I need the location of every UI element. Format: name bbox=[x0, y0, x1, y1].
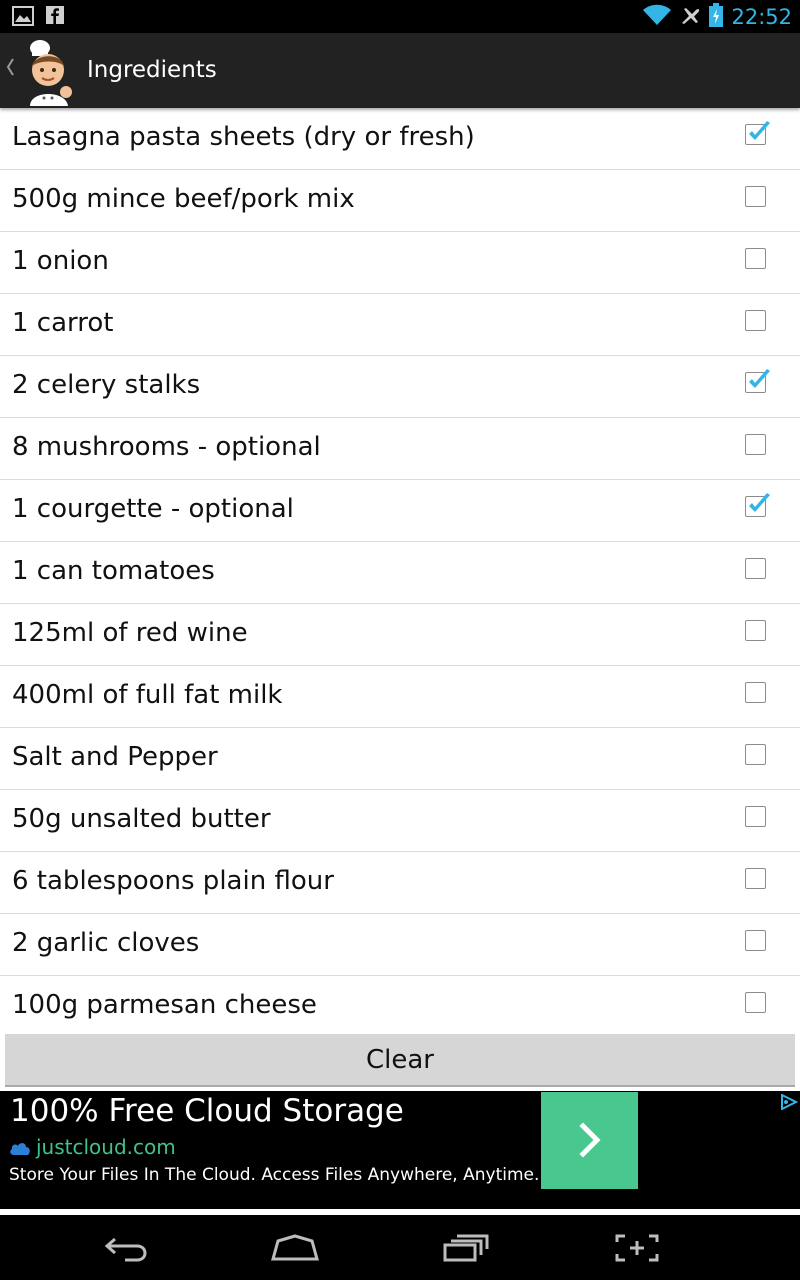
chef-icon[interactable] bbox=[22, 36, 78, 106]
chevron-right-icon bbox=[579, 1122, 601, 1158]
recent-apps-icon[interactable] bbox=[443, 1233, 489, 1267]
ingredient-checkbox[interactable] bbox=[745, 121, 770, 145]
list-item[interactable]: 1 courgette - optional bbox=[0, 480, 800, 542]
chevron-left-icon[interactable] bbox=[5, 57, 15, 83]
ingredient-checkbox[interactable] bbox=[745, 369, 770, 393]
ingredient-label: 125ml of red wine bbox=[12, 618, 248, 648]
list-item[interactable]: 1 can tomatoes bbox=[0, 542, 800, 604]
list-item[interactable]: 50g unsalted butter bbox=[0, 790, 800, 852]
action-bar: Ingredients bbox=[0, 33, 800, 108]
ad-description: Store Your Files In The Cloud. Access Fi… bbox=[9, 1165, 540, 1185]
list-item[interactable]: 2 garlic cloves bbox=[0, 914, 800, 976]
ingredient-label: 1 can tomatoes bbox=[12, 556, 215, 586]
ingredient-label: 100g parmesan cheese bbox=[12, 990, 317, 1020]
clear-button[interactable]: Clear bbox=[5, 1034, 795, 1087]
ad-url-link[interactable]: justcloud.com bbox=[36, 1135, 176, 1159]
checkmark-icon bbox=[749, 121, 770, 140]
cloud-icon bbox=[9, 1140, 31, 1160]
ingredient-label: 1 carrot bbox=[12, 308, 114, 338]
ingredient-checkbox[interactable] bbox=[745, 682, 766, 703]
ingredient-checkbox[interactable] bbox=[745, 992, 766, 1013]
ingredient-checkbox[interactable] bbox=[745, 186, 766, 207]
ingredient-label: 1 onion bbox=[12, 246, 109, 276]
gallery-icon bbox=[12, 6, 34, 30]
back-icon[interactable] bbox=[103, 1233, 149, 1267]
ingredient-checkbox[interactable] bbox=[745, 620, 766, 641]
ingredient-label: 8 mushrooms - optional bbox=[12, 432, 321, 462]
list-item[interactable]: 125ml of red wine bbox=[0, 604, 800, 666]
ingredient-checkbox[interactable] bbox=[745, 806, 766, 827]
page-title: Ingredients bbox=[87, 57, 217, 83]
ingredient-list: Lasagna pasta sheets (dry or fresh) 500g … bbox=[0, 108, 800, 1032]
list-item[interactable]: 8 mushrooms - optional bbox=[0, 418, 800, 480]
home-icon[interactable] bbox=[270, 1233, 320, 1267]
checkmark-icon bbox=[749, 493, 770, 512]
list-item[interactable]: 1 onion bbox=[0, 232, 800, 294]
list-item[interactable]: Lasagna pasta sheets (dry or fresh) bbox=[0, 108, 800, 170]
ingredient-checkbox[interactable] bbox=[745, 930, 766, 951]
ingredient-checkbox[interactable] bbox=[745, 310, 766, 331]
ingredient-checkbox[interactable] bbox=[745, 558, 766, 579]
list-item[interactable]: 500g mince beef/pork mix bbox=[0, 170, 800, 232]
list-item[interactable]: 400ml of full fat milk bbox=[0, 666, 800, 728]
airplane-mode-icon bbox=[679, 4, 701, 30]
screenshot-icon[interactable] bbox=[614, 1233, 660, 1267]
list-item[interactable]: 6 tablespoons plain flour bbox=[0, 852, 800, 914]
ingredient-label: Salt and Pepper bbox=[12, 742, 218, 772]
ad-banner[interactable]: 100% Free Cloud Storage justcloud.com St… bbox=[0, 1091, 800, 1209]
ingredient-checkbox[interactable] bbox=[745, 434, 766, 455]
ingredient-label: 400ml of full fat milk bbox=[12, 680, 283, 710]
ingredient-checkbox[interactable] bbox=[745, 493, 770, 517]
ingredient-label: 500g mince beef/pork mix bbox=[12, 184, 355, 214]
ingredient-label: 6 tablespoons plain flour bbox=[12, 866, 334, 896]
ingredient-checkbox[interactable] bbox=[745, 744, 766, 765]
ingredient-checkbox[interactable] bbox=[745, 868, 766, 889]
navigation-bar bbox=[0, 1215, 800, 1280]
ad-open-button[interactable] bbox=[541, 1092, 638, 1189]
ingredient-label: 50g unsalted butter bbox=[12, 804, 271, 834]
ingredient-label: 2 garlic cloves bbox=[12, 928, 200, 958]
ad-title[interactable]: 100% Free Cloud Storage bbox=[10, 1093, 404, 1129]
clock-time: 22:52 bbox=[731, 5, 792, 29]
status-bar: 22:52 bbox=[0, 0, 800, 33]
wifi-icon bbox=[643, 4, 672, 30]
checkmark-icon bbox=[749, 369, 770, 388]
battery-charging-icon bbox=[709, 3, 724, 31]
ingredient-label: 1 courgette - optional bbox=[12, 494, 294, 524]
list-item[interactable]: 1 carrot bbox=[0, 294, 800, 356]
facebook-icon bbox=[46, 6, 64, 30]
list-item[interactable]: 100g parmesan cheese bbox=[0, 976, 800, 1032]
list-item[interactable]: 2 celery stalks bbox=[0, 356, 800, 418]
ingredient-label: Lasagna pasta sheets (dry or fresh) bbox=[12, 122, 475, 152]
ingredient-checkbox[interactable] bbox=[745, 248, 766, 269]
ingredient-label: 2 celery stalks bbox=[12, 370, 201, 400]
ad-choices-icon[interactable] bbox=[780, 1093, 799, 1114]
list-item[interactable]: Salt and Pepper bbox=[0, 728, 800, 790]
